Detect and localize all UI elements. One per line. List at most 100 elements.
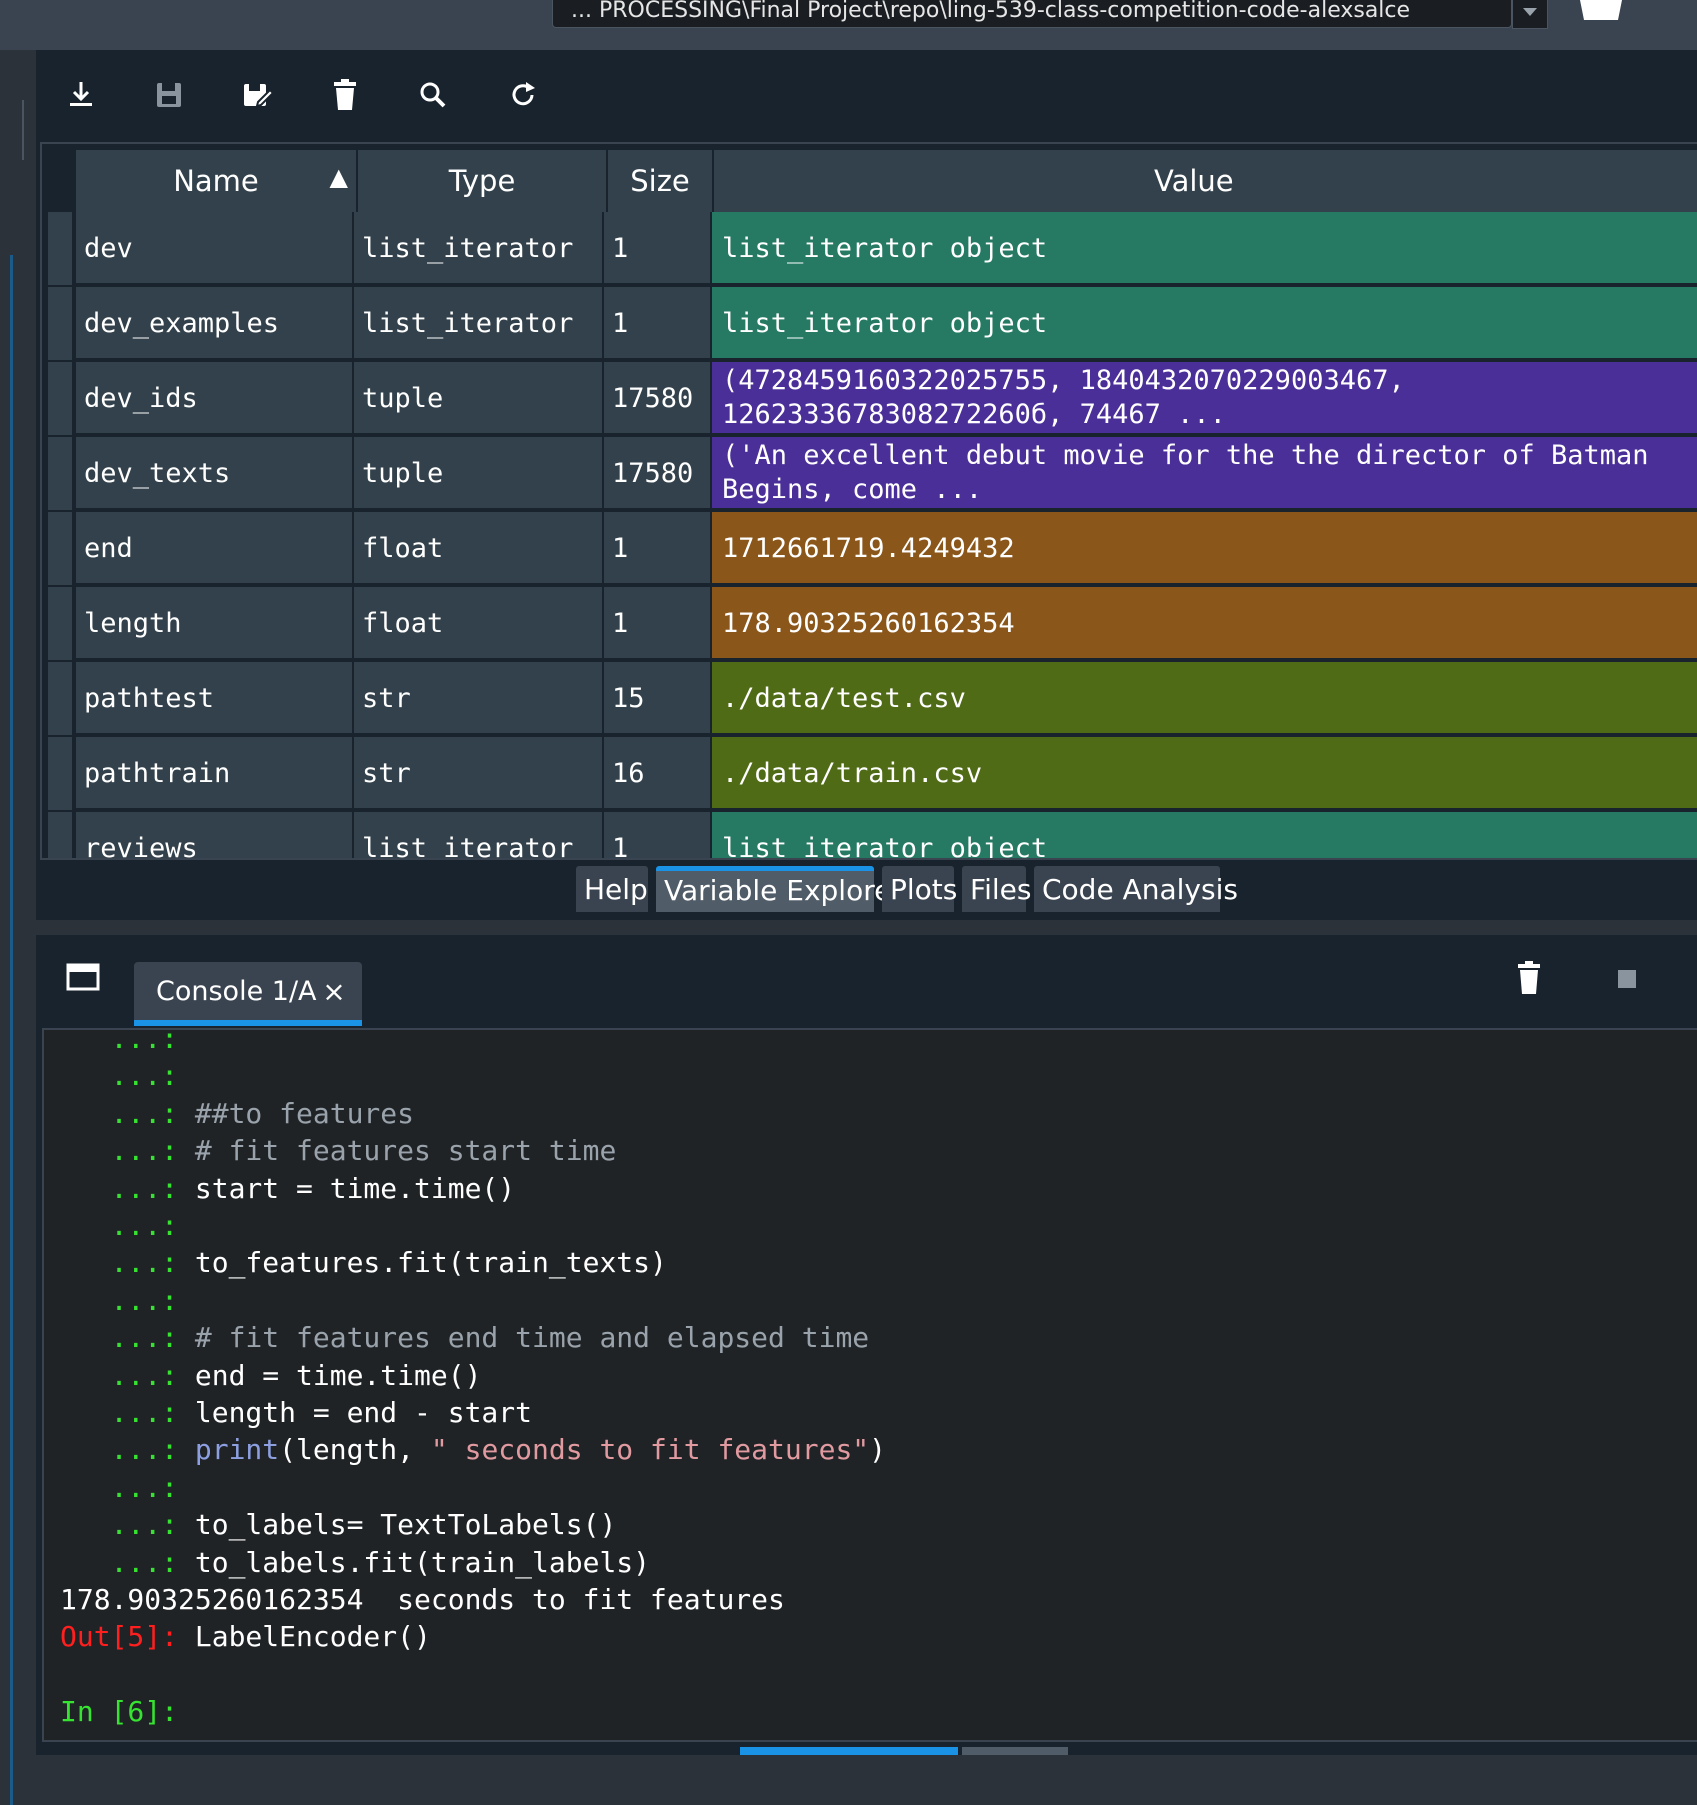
tab-code-analysis[interactable]: Code Analysis — [1034, 866, 1238, 912]
table-row[interactable]: end float 1 1712661719.4249432 — [42, 512, 1697, 585]
cell-name[interactable]: dev_ids — [76, 362, 354, 435]
cell-type[interactable]: tuple — [354, 362, 604, 435]
row-header[interactable] — [48, 437, 72, 510]
table-row[interactable]: dev_ids tuple 17580 (4728459160322025755, 1… — [42, 362, 1697, 435]
cell-size[interactable]: 1 — [604, 512, 712, 585]
continuation-prompt: ...: — [60, 1545, 195, 1579]
cell-size[interactable]: 17580 — [604, 362, 712, 435]
cell-type[interactable]: str — [354, 737, 604, 810]
search-icon[interactable] — [416, 78, 450, 112]
save-as-icon[interactable] — [240, 78, 275, 112]
cell-name[interactable]: length — [76, 587, 354, 660]
continuation-prompt: ...: — [60, 1096, 195, 1130]
tab-variable-explorer[interactable]: Variable Explorer — [656, 866, 903, 912]
continuation-prompt: ...: — [60, 1134, 195, 1168]
code-segment: " seconds to fit features" — [430, 1433, 870, 1467]
continuation-prompt: ...: — [60, 1171, 195, 1205]
console-line: ...: # fit features end time and elapsed… — [60, 1319, 870, 1357]
cell-type[interactable]: list_iterator — [354, 212, 604, 285]
table-row[interactable]: reviews list_iterator 1 list_iterator objec… — [42, 812, 1697, 858]
row-header[interactable] — [48, 512, 72, 585]
variable-table: Name ▲ Type Size Value dev list_iterator 1… — [40, 142, 1697, 860]
row-header[interactable] — [48, 287, 72, 360]
console-line: In [6]: — [60, 1693, 178, 1731]
console-line: ...: print(length, " seconds to fit feat… — [60, 1431, 886, 1469]
table-row[interactable]: pathtrain str 16 ./data/train.csv — [42, 737, 1697, 810]
cell-name[interactable]: pathtrain — [76, 737, 354, 810]
console-options-icon[interactable] — [66, 962, 100, 992]
table-row[interactable]: pathtest str 15 ./data/test.csv — [42, 662, 1697, 735]
cell-name[interactable]: dev_examples — [76, 287, 354, 360]
cell-value[interactable]: 178.90325260162354 — [712, 587, 1697, 660]
continuation-prompt: ...: — [60, 1321, 195, 1355]
sort-ascending-icon: ▲ — [329, 163, 348, 191]
cell-value[interactable]: ./data/test.csv — [712, 662, 1697, 735]
cell-type[interactable]: float — [354, 512, 604, 585]
cell-type[interactable]: tuple — [354, 437, 604, 510]
row-header[interactable] — [48, 212, 72, 285]
console-line: 178.90325260162354 seconds to fit featur… — [60, 1581, 785, 1619]
working-directory-path[interactable]: ... PROCESSING\Final Project\repo\ling-5… — [552, 0, 1512, 28]
cell-size[interactable]: 1 — [604, 287, 712, 360]
cell-type[interactable]: float — [354, 587, 604, 660]
editor-scrollbar[interactable] — [10, 255, 13, 1805]
row-header[interactable] — [48, 812, 72, 858]
cell-size[interactable]: 17580 — [604, 437, 712, 510]
cell-size[interactable]: 15 — [604, 662, 712, 735]
cell-value[interactable]: list_iterator object — [712, 812, 1697, 858]
column-header-type[interactable]: Type — [358, 150, 608, 212]
cell-type[interactable]: list_iterator — [354, 287, 604, 360]
cell-value[interactable]: list_iterator object — [712, 287, 1697, 360]
pane-splitter[interactable] — [36, 920, 1697, 936]
console-line: ...: — [60, 1282, 178, 1320]
cell-value[interactable]: ('An excellent debut movie for the the d… — [712, 437, 1697, 510]
code-segment: length = end - start — [194, 1396, 533, 1429]
row-header[interactable] — [48, 662, 72, 735]
tab-console[interactable]: Console 1/A × — [134, 962, 362, 1026]
row-header[interactable] — [48, 362, 72, 435]
cell-value[interactable]: 1712661719.4249432 — [712, 512, 1697, 585]
cell-size[interactable]: 1 — [604, 812, 712, 858]
cell-name[interactable]: reviews — [76, 812, 354, 858]
cell-size[interactable]: 1 — [604, 587, 712, 660]
tab-plots[interactable]: Plots — [882, 866, 957, 912]
table-row[interactable]: dev_texts tuple 17580 ('An excellent debut … — [42, 437, 1697, 510]
cell-size[interactable]: 1 — [604, 212, 712, 285]
console-output[interactable]: ...: ...: ...: ##to features ...: # fit … — [42, 1028, 1697, 1742]
cell-type[interactable]: list_iterator — [354, 812, 604, 858]
tab-help[interactable]: Help — [576, 866, 648, 912]
table-row[interactable]: dev list_iterator 1 list_iterator object — [42, 212, 1697, 285]
column-header-value[interactable]: Value — [714, 150, 1697, 212]
cell-type[interactable]: str — [354, 662, 604, 735]
column-header-size[interactable]: Size — [608, 150, 714, 212]
cell-value[interactable]: ./data/train.csv — [712, 737, 1697, 810]
cell-name[interactable]: dev — [76, 212, 354, 285]
clear-console-icon[interactable] — [1512, 960, 1546, 996]
import-data-icon[interactable] — [64, 78, 98, 112]
column-header-name[interactable]: Name ▲ — [76, 150, 358, 212]
cell-name[interactable]: end — [76, 512, 354, 585]
cell-value[interactable]: list_iterator object — [712, 212, 1697, 285]
cell-name[interactable]: pathtest — [76, 662, 354, 735]
row-header[interactable] — [48, 737, 72, 810]
folder-icon[interactable] — [1578, 0, 1624, 22]
tab-files[interactable]: Files — [962, 866, 1031, 912]
remove-all-icon[interactable] — [328, 78, 362, 112]
row-header[interactable] — [48, 587, 72, 660]
code-segment: (length, — [279, 1433, 431, 1467]
path-dropdown-button[interactable] — [1512, 0, 1548, 29]
cell-size[interactable]: 16 — [604, 737, 712, 810]
cell-value[interactable]: (4728459160322025755, 184043207022900346… — [712, 362, 1697, 435]
pane-divider — [22, 100, 24, 160]
code-segment: ) — [869, 1433, 887, 1467]
cell-name[interactable]: dev_texts — [76, 437, 354, 510]
code-segment: end = time.time() — [194, 1358, 482, 1392]
close-icon[interactable]: × — [319, 962, 349, 1020]
console-line: ...: end = time.time() — [60, 1357, 482, 1395]
save-data-icon[interactable] — [152, 78, 186, 112]
refresh-icon[interactable] — [506, 78, 540, 112]
console-line: ...: to_features.fit(train_texts) — [60, 1244, 667, 1282]
stop-icon[interactable] — [1616, 968, 1638, 990]
table-row[interactable]: length float 1 178.90325260162354 — [42, 587, 1697, 660]
table-row[interactable]: dev_examples list_iterator 1 list_iterator … — [42, 287, 1697, 360]
